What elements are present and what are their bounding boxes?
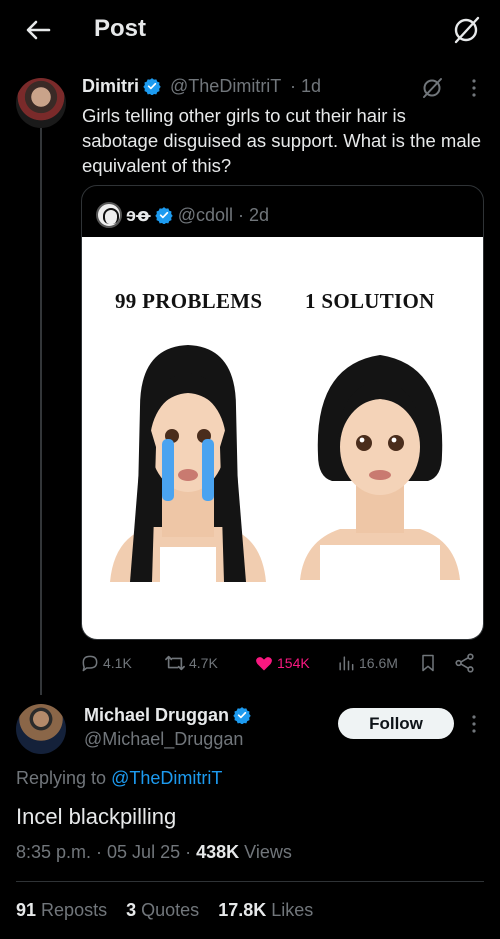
replying-prefix: Replying to bbox=[16, 768, 107, 788]
reply-icon bbox=[80, 653, 100, 673]
views-count: 438K bbox=[196, 842, 240, 862]
thread-line bbox=[40, 128, 42, 695]
follow-button[interactable]: Follow bbox=[338, 708, 454, 739]
more-icon[interactable] bbox=[462, 76, 486, 100]
quotes-label: Quotes bbox=[141, 900, 200, 920]
post-time: · 1d bbox=[290, 76, 322, 96]
verified-icon bbox=[154, 206, 173, 229]
reposts-count: 91 bbox=[16, 900, 37, 920]
replying-to: Replying to @TheDimitriT bbox=[16, 768, 222, 789]
top-bar: Post bbox=[0, 0, 500, 62]
share-icon[interactable] bbox=[454, 650, 476, 676]
author-name[interactable]: Michael Druggan bbox=[84, 705, 229, 725]
quote-author: ɘꝋ @cdoll · 2d bbox=[96, 202, 269, 229]
grok-icon[interactable] bbox=[450, 14, 482, 46]
avatar[interactable] bbox=[16, 78, 66, 128]
like-count: 154K bbox=[277, 655, 310, 671]
avatar[interactable] bbox=[16, 704, 66, 754]
verified-icon bbox=[143, 77, 161, 100]
likes-label: Likes bbox=[271, 900, 314, 920]
timestamp[interactable]: 8:35 p.m. · 05 Jul 25 · bbox=[16, 842, 191, 862]
engagement-stats: 91 Reposts 3 Quotes 17.8K Likes bbox=[16, 900, 327, 921]
views-count: 16.6M bbox=[359, 655, 398, 671]
repost-icon bbox=[164, 653, 186, 673]
replying-to-link[interactable]: @TheDimitriT bbox=[111, 768, 222, 788]
crying-long-hair-illustration bbox=[110, 345, 266, 582]
reply-author: Michael Druggan bbox=[84, 705, 251, 729]
likes-stat[interactable]: 17.8K Likes bbox=[218, 900, 313, 920]
repost-button[interactable]: 4.7K bbox=[164, 650, 218, 676]
back-arrow-icon[interactable] bbox=[22, 14, 54, 46]
heart-icon bbox=[254, 653, 274, 673]
reply-count: 4.1K bbox=[103, 655, 132, 671]
quote-image[interactable]: 99 PROBLEMS 1 SOLUTION bbox=[82, 237, 483, 639]
author-name[interactable]: Dimitri bbox=[82, 76, 139, 96]
quote-time: · 2d bbox=[238, 205, 270, 225]
post-action-bar: 4.1K 4.7K 154K 16.6M bbox=[80, 650, 480, 676]
reply-text: Incel blackpilling bbox=[16, 804, 177, 829]
quote-author-name: ɘꝋ bbox=[126, 205, 151, 225]
author-handle[interactable]: @Michael_Druggan bbox=[84, 729, 243, 750]
views-icon bbox=[336, 653, 356, 673]
post-text: Girls telling other girls to cut their h… bbox=[82, 105, 482, 176]
views-button[interactable]: 16.6M bbox=[336, 650, 398, 676]
views-label: Views bbox=[244, 842, 292, 862]
reposts-label: Reposts bbox=[41, 900, 108, 920]
page-title: Post bbox=[94, 15, 147, 42]
verified-icon bbox=[233, 706, 251, 729]
divider bbox=[16, 881, 484, 882]
bookmark-icon[interactable] bbox=[418, 650, 438, 676]
likes-count: 17.8K bbox=[218, 900, 267, 920]
quotes-stat[interactable]: 3 Quotes bbox=[126, 900, 199, 920]
repost-count: 4.7K bbox=[189, 655, 218, 671]
quoted-post[interactable]: ɘꝋ @cdoll · 2d 99 PROBLEMS 1 SOLUTION bbox=[81, 185, 484, 640]
grok-icon[interactable] bbox=[420, 76, 444, 100]
post-author: Dimitri @TheDimitriT · 1d bbox=[82, 76, 321, 100]
author-handle[interactable]: @TheDimitriT bbox=[170, 76, 281, 96]
like-button[interactable]: 154K bbox=[254, 650, 310, 676]
reposts-stat[interactable]: 91 Reposts bbox=[16, 900, 107, 920]
quotes-count: 3 bbox=[126, 900, 137, 920]
reply-button[interactable]: 4.1K bbox=[80, 650, 132, 676]
post-meta: 8:35 p.m. · 05 Jul 25 · 438K Views bbox=[16, 842, 292, 863]
quote-author-handle: @cdoll bbox=[177, 205, 233, 225]
image-label-right: 1 SOLUTION bbox=[305, 289, 435, 313]
image-label-left: 99 PROBLEMS bbox=[115, 289, 263, 313]
quote-avatar bbox=[96, 202, 122, 228]
more-icon[interactable] bbox=[462, 712, 486, 736]
bob-hair-illustration bbox=[300, 355, 460, 580]
